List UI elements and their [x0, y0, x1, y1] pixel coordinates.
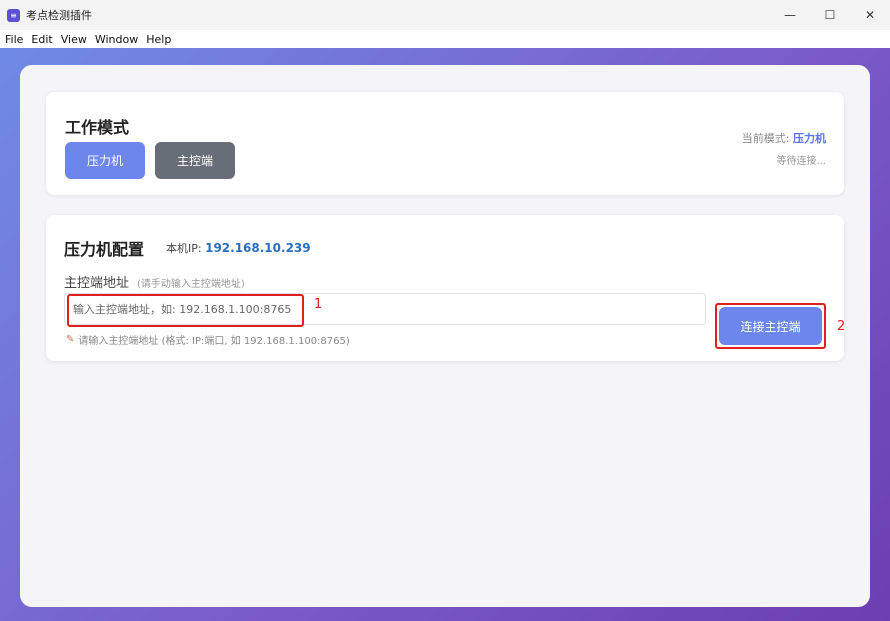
master-address-input[interactable] — [64, 293, 706, 325]
minimize-button[interactable]: — — [770, 0, 810, 30]
menu-help[interactable]: Help — [142, 33, 175, 46]
press-config-title: 压力机配置 — [64, 240, 145, 259]
local-ip-label: 本机IP: — [166, 242, 206, 255]
format-hint-text: 请输入主控端地址 (格式: IP:端口, 如 192.168.1.100:876… — [78, 336, 350, 347]
master-address-label-text: 主控端地址 — [64, 276, 130, 291]
close-button[interactable]: ✕ — [850, 0, 890, 30]
pencil-icon: ✎ — [66, 334, 75, 345]
menu-bar: File Edit View Window Help — [0, 30, 890, 48]
app-content: 工作模式 压力机 主控端 当前模式: 压力机 等待连接... 压力机配置 本机I… — [0, 48, 890, 621]
local-ip-value: 192.168.10.239 — [205, 241, 311, 255]
master-address-hint: (请手动输入主控端地址) — [137, 279, 245, 290]
current-mode-label: 当前模式: — [741, 132, 793, 145]
connection-status: 等待连接... — [776, 156, 826, 167]
mode-status: 当前模式: 压力机 等待连接... — [742, 130, 826, 167]
window-controls: — ☐ ✕ — [770, 0, 890, 30]
press-config-card: 压力机配置 本机IP: 192.168.10.239 主控端地址 (请手动输入主控… — [46, 215, 846, 361]
menu-view[interactable]: View — [57, 33, 91, 46]
work-mode-card: 工作模式 压力机 主控端 当前模式: 压力机 等待连接... — [46, 92, 844, 195]
current-mode-value: 压力机 — [793, 132, 826, 145]
menu-window[interactable]: Window — [91, 33, 142, 46]
current-mode: 当前模式: 压力机 — [742, 130, 826, 146]
menu-file[interactable]: File — [0, 33, 27, 46]
local-ip: 本机IP: 192.168.10.239 — [166, 240, 311, 256]
master-mode-button[interactable]: 主控端 — [155, 142, 235, 179]
title-bar: ≡ 考点检测插件 — ☐ ✕ — [0, 0, 890, 30]
format-hint: ✎ 请输入主控端地址 (格式: IP:端口, 如 192.168.1.100:87… — [66, 332, 350, 347]
app-icon: ≡ — [7, 8, 20, 22]
maximize-button[interactable]: ☐ — [810, 0, 850, 30]
master-address-label: 主控端地址 (请手动输入主控端地址) — [64, 272, 245, 291]
annotation-number-2: 2 — [837, 319, 846, 334]
press-mode-button[interactable]: 压力机 — [65, 142, 145, 179]
menu-edit[interactable]: Edit — [27, 33, 56, 46]
work-mode-title: 工作模式 — [65, 118, 130, 137]
window-title: 考点检测插件 — [26, 9, 92, 22]
connect-master-button[interactable]: 连接主控端 — [719, 307, 822, 345]
annotation-number-1: 1 — [314, 297, 323, 312]
main-panel: 工作模式 压力机 主控端 当前模式: 压力机 等待连接... 压力机配置 本机I… — [20, 65, 870, 607]
